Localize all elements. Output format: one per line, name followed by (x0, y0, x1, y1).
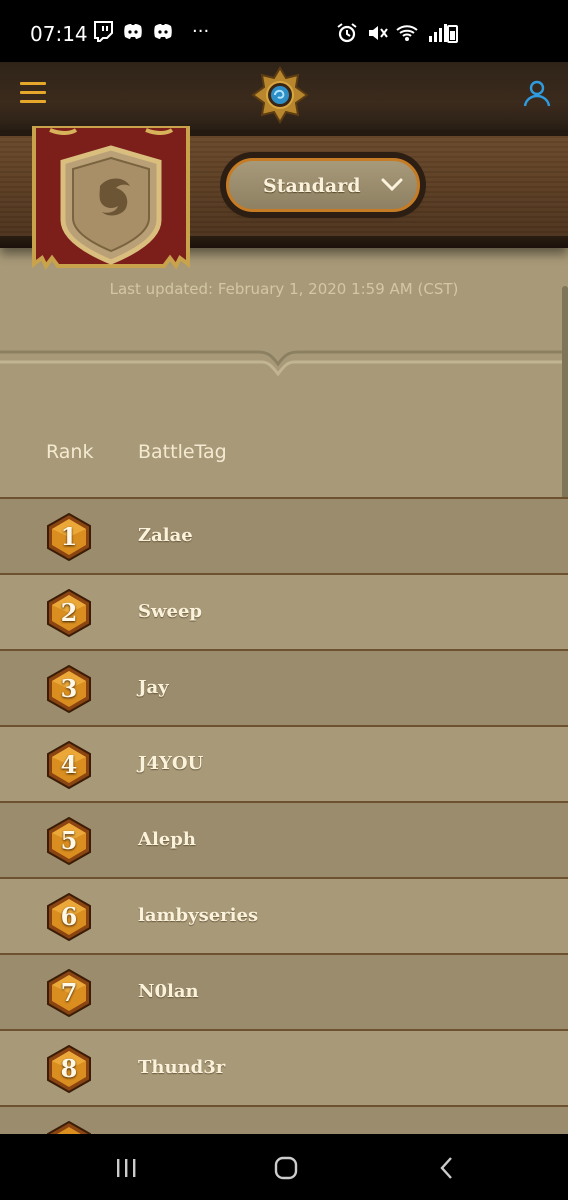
back-icon[interactable] (406, 1134, 486, 1200)
dragon-crest-icon (32, 126, 190, 270)
ornamental-divider (0, 350, 568, 377)
scrollbar[interactable] (562, 286, 568, 512)
hamburger-menu-icon[interactable] (20, 82, 46, 104)
battletag[interactable]: Thund3r (138, 1057, 225, 1078)
table-row[interactable]: 2 Sweep (0, 573, 568, 649)
table-row[interactable]: 5 Aleph (0, 801, 568, 877)
battletag[interactable]: Jay (138, 677, 169, 698)
twitch-icon (94, 21, 113, 42)
table-row[interactable]: 4 J4YOU (0, 725, 568, 801)
mute-icon (369, 26, 388, 40)
discord-icon (124, 24, 142, 39)
table-row[interactable]: 3 Jay (0, 649, 568, 725)
notification-icons: ··· (92, 20, 209, 42)
table-row[interactable]: 6 lambyseries (0, 877, 568, 953)
mode-dropdown[interactable]: Standard (226, 158, 420, 212)
rank-number: 6 (60, 902, 78, 931)
table-row[interactable]: 1 Zalae (0, 497, 568, 573)
signal-icon (429, 24, 447, 42)
leaderboard-table: 1 Zalae 2 Sweep 3 Jay 4 J4YOU 5 Aleph 6 lambyseries… (0, 497, 568, 1169)
hearthstone-logo-icon[interactable] (251, 66, 309, 124)
battletag[interactable]: Zalae (138, 525, 193, 546)
rank-number: 7 (60, 978, 78, 1007)
home-icon[interactable] (246, 1134, 326, 1200)
battletag[interactable]: Sweep (138, 601, 202, 622)
alarm-icon (337, 23, 357, 43)
rank-number: 3 (60, 674, 78, 703)
rank-number: 8 (60, 1054, 78, 1083)
status-bar: 07:14 ··· (0, 0, 568, 62)
rank-number: 1 (60, 522, 78, 551)
column-header-rank[interactable]: Rank (46, 441, 93, 463)
rank-number: 5 (60, 826, 78, 855)
last-updated-text: Last updated: February 1, 2020 1:59 AM (… (109, 280, 459, 298)
recent-apps-icon[interactable] (86, 1134, 166, 1200)
user-icon[interactable] (522, 78, 552, 108)
navigation-bar (0, 1134, 568, 1200)
battletag[interactable]: lambyseries (138, 905, 258, 926)
discord-icon (154, 24, 172, 39)
table-row-partial[interactable] (0, 1105, 568, 1169)
table-row[interactable]: 8 Thund3r (0, 1029, 568, 1105)
table-row[interactable]: 7 N0lan (0, 953, 568, 1029)
battletag[interactable]: J4YOU (138, 753, 203, 774)
chevron-down-icon (381, 178, 403, 192)
system-icons (336, 22, 448, 44)
battletag[interactable]: Aleph (138, 829, 196, 850)
mode-dropdown-label: Standard (263, 175, 361, 197)
rank-number: 2 (60, 598, 78, 627)
rank-number: 4 (60, 750, 78, 779)
status-time: 07:14 (30, 22, 88, 46)
battletag[interactable]: N0lan (138, 981, 199, 1002)
more-dots-icon: ··· (192, 20, 210, 42)
column-header-battletag[interactable]: BattleTag (138, 441, 227, 463)
battery-icon (447, 25, 458, 43)
wifi-icon (396, 25, 418, 41)
